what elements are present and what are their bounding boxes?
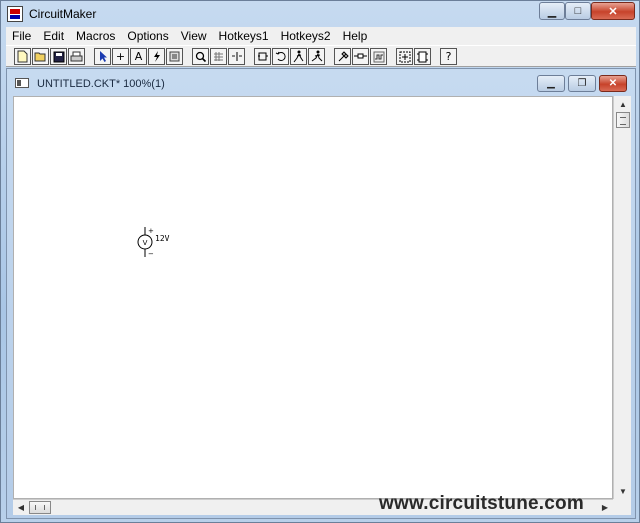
arrow-icon[interactable] [94,48,111,65]
app-window: CircuitMaker ▁ □ ✕ File Edit Macros Opti… [0,0,640,523]
print-icon[interactable] [68,48,85,65]
scroll-up-icon[interactable]: ▲ [615,96,631,112]
grid-icon[interactable] [210,48,227,65]
scroll-left-icon[interactable]: ◀ [13,500,29,515]
scroll-right-icon[interactable]: ▶ [597,500,613,515]
maximize-button[interactable]: □ [565,2,591,20]
step-icon[interactable] [290,48,307,65]
document-window: UNTITLED.CKT* 100%(1) ▁ ❐ ✕ V + − 12V ▲ [6,68,636,519]
close-button[interactable]: ✕ [591,2,635,20]
menu-view[interactable]: View [175,27,213,45]
flip-icon[interactable] [228,48,245,65]
macro-icon[interactable] [166,48,183,65]
wire-icon[interactable]: + [112,48,129,65]
scroll-down-icon[interactable]: ▼ [615,483,631,499]
source-value-label: 12V [155,234,170,243]
minimize-button[interactable]: ▁ [539,2,565,20]
text-icon[interactable]: A [130,48,147,65]
menu-file[interactable]: File [6,27,37,45]
horizontal-scroll-thumb[interactable] [29,501,51,514]
rotate-left-icon[interactable] [254,48,271,65]
menu-hotkeys2[interactable]: Hotkeys2 [275,27,337,45]
source-plus-label: + [148,227,154,235]
rotate-right-icon[interactable] [272,48,289,65]
run-icon[interactable] [308,48,325,65]
add-device-icon[interactable] [396,48,413,65]
document-minimize-button[interactable]: ▁ [537,75,565,92]
watermark: www.circuitstune.com [379,493,584,514]
probe-icon[interactable] [148,48,165,65]
save-icon[interactable] [50,48,67,65]
source-symbol-label: V [143,239,148,247]
source-minus-label: − [148,250,154,257]
document-restore-button[interactable]: ❐ [568,75,596,92]
menu-help[interactable]: Help [337,27,374,45]
menu-hotkeys1[interactable]: Hotkeys1 [213,27,275,45]
new-icon[interactable] [14,48,31,65]
menu-options[interactable]: Options [121,27,174,45]
document-title: UNTITLED.CKT* 100%(1) [37,78,165,90]
title-bar[interactable]: CircuitMaker ▁ □ ✕ [1,1,639,27]
menu-bar: File Edit Macros Options View Hotkeys1 H… [6,27,636,45]
toolbar: + A ? [6,45,636,67]
menu-edit[interactable]: Edit [37,27,70,45]
vertical-scroll-thumb[interactable] [616,112,630,128]
mdi-area: UNTITLED.CKT* 100%(1) ▁ ❐ ✕ V + − 12V ▲ [6,68,636,519]
schematic-canvas[interactable]: V + − 12V [13,96,613,499]
document-close-button[interactable]: ✕ [599,75,627,92]
zoom-icon[interactable] [192,48,209,65]
document-title-bar[interactable]: UNTITLED.CKT* 100%(1) ▁ ❐ ✕ [7,69,635,95]
size-grip[interactable] [613,499,631,515]
fault-icon[interactable] [334,48,351,65]
app-title: CircuitMaker [29,7,97,21]
menu-macros[interactable]: Macros [70,27,121,45]
vertical-scrollbar[interactable]: ▲ ▼ [613,96,631,499]
device-icon[interactable] [414,48,431,65]
open-icon[interactable] [32,48,49,65]
document-icon[interactable] [15,78,29,88]
app-icon[interactable] [7,6,23,22]
trace-icon[interactable] [352,48,369,65]
help-icon[interactable]: ? [440,48,457,65]
waveform-icon[interactable] [370,48,387,65]
